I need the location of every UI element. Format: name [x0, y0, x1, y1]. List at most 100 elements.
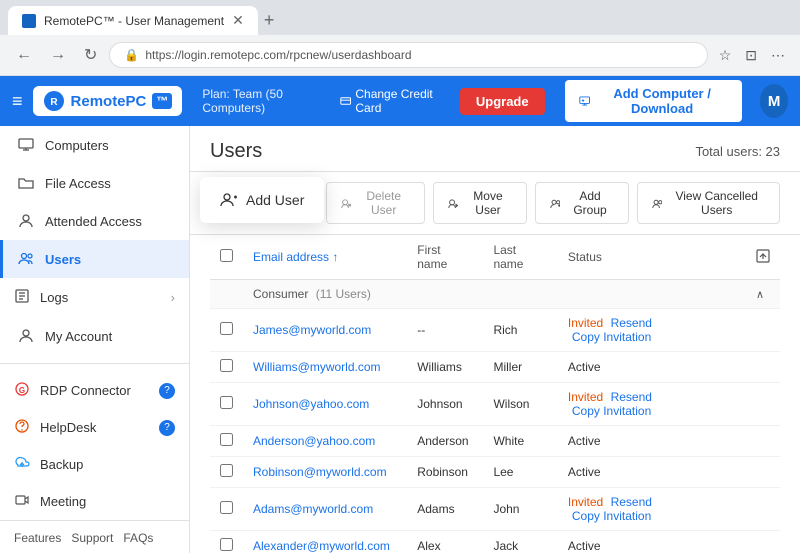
- row-checkbox[interactable]: [220, 322, 233, 335]
- sidebar-label-helpdesk: HelpDesk: [40, 420, 96, 435]
- email-cell: Anderson@yahoo.com: [243, 426, 407, 457]
- table-row: James@myworld.com -- Rich Invited Resend…: [210, 309, 780, 352]
- tab-close-btn[interactable]: ✕: [232, 12, 244, 29]
- row-checkbox[interactable]: [220, 396, 233, 409]
- move-user-button[interactable]: Move User: [433, 182, 527, 224]
- table-header-row: Email address ↑ First name Last name Sta…: [210, 235, 780, 280]
- sidebar-item-attended-access[interactable]: Attended Access: [0, 202, 189, 240]
- lastname-cell: John: [483, 488, 557, 531]
- upgrade-button[interactable]: Upgrade: [460, 88, 545, 115]
- sidebar-item-file-access[interactable]: File Access: [0, 164, 189, 202]
- new-tab-button[interactable]: +: [258, 10, 281, 31]
- sort-asc-icon: ↑: [332, 250, 338, 264]
- monitor-icon: [579, 94, 590, 108]
- sidebar-label-computers: Computers: [45, 138, 109, 153]
- credit-card-link[interactable]: Change Credit Card: [340, 87, 442, 115]
- user-avatar[interactable]: M: [760, 84, 788, 118]
- credit-card-icon: [340, 94, 351, 108]
- lastname-column-header[interactable]: Last name: [483, 235, 557, 280]
- sidebar-label-backup: Backup: [40, 457, 83, 472]
- sidebar-item-logs[interactable]: Logs ›: [0, 278, 189, 317]
- copy-invitation-button[interactable]: Copy Invitation: [572, 404, 651, 418]
- meeting-icon: [14, 492, 30, 511]
- firstname-cell: Robinson: [407, 457, 483, 488]
- view-cancelled-button[interactable]: View Cancelled Users: [637, 182, 780, 224]
- select-all-header[interactable]: [210, 235, 243, 280]
- helpdesk-icon: [14, 418, 30, 437]
- firstname-cell: --: [407, 309, 483, 352]
- extensions-btn[interactable]: ⊡: [740, 43, 762, 68]
- sidebar-item-meeting[interactable]: Meeting: [0, 483, 189, 520]
- delete-user-button[interactable]: Delete User: [326, 182, 425, 224]
- add-group-button[interactable]: Add Group: [535, 182, 629, 224]
- row-checkbox[interactable]: [220, 433, 233, 446]
- email-cell: Robinson@myworld.com: [243, 457, 407, 488]
- main-content: Users Total users: 23 Add User Delete Us…: [190, 126, 800, 553]
- select-all-checkbox[interactable]: [220, 249, 233, 262]
- sidebar-item-helpdesk[interactable]: HelpDesk ?: [0, 409, 189, 446]
- sidebar-item-backup[interactable]: Backup: [0, 446, 189, 483]
- delete-user-icon: [341, 197, 352, 210]
- support-link[interactable]: Support: [71, 531, 113, 545]
- view-cancelled-label: View Cancelled Users: [668, 189, 765, 217]
- row-checkbox[interactable]: [220, 464, 233, 477]
- menu-btn[interactable]: ⋯: [766, 43, 790, 68]
- sidebar-item-computers[interactable]: Computers: [0, 126, 189, 164]
- add-group-label: Add Group: [566, 189, 613, 217]
- move-user-icon: [448, 197, 459, 210]
- status-badge: Active: [568, 465, 601, 479]
- tab-favicon: [22, 14, 36, 28]
- bookmark-btn[interactable]: ☆: [714, 43, 737, 68]
- collapse-group-icon[interactable]: ∧: [756, 289, 764, 301]
- hamburger-button[interactable]: ≡: [12, 91, 23, 112]
- forward-button[interactable]: →: [44, 42, 72, 68]
- status-badge: Invited: [568, 316, 603, 330]
- sidebar-item-my-account[interactable]: My Account: [0, 317, 189, 355]
- group-name-cell: Consumer (11 Users): [243, 280, 558, 309]
- back-button[interactable]: ←: [10, 42, 38, 68]
- table-row: Alexander@myworld.com Alex Jack Active: [210, 531, 780, 553]
- active-tab[interactable]: RemotePC™ - User Management ✕: [8, 6, 258, 35]
- firstname-cell: Johnson: [407, 383, 483, 426]
- row-checkbox[interactable]: [220, 359, 233, 372]
- browser-nav: ← → ↻ 🔒 https://login.remotepc.com/rpcne…: [0, 35, 800, 75]
- delete-user-label: Delete User: [358, 189, 410, 217]
- add-user-popup[interactable]: Add User: [200, 177, 324, 223]
- sidebar-label-my-account: My Account: [45, 329, 112, 344]
- sidebar: Computers File Access Attended Access Us…: [0, 126, 190, 553]
- logo-pc: ™: [152, 93, 172, 109]
- firstname-cell: Williams: [407, 352, 483, 383]
- table-row: Anderson@yahoo.com Anderson White Active: [210, 426, 780, 457]
- sidebar-nav: Computers File Access Attended Access Us…: [0, 126, 189, 520]
- copy-invitation-button[interactable]: Copy Invitation: [572, 330, 651, 344]
- reload-button[interactable]: ↻: [78, 41, 103, 69]
- sidebar-label-attended-access: Attended Access: [45, 214, 142, 229]
- faqs-link[interactable]: FAQs: [123, 531, 153, 545]
- chevron-right-icon: ›: [171, 290, 175, 305]
- firstname-column-header[interactable]: First name: [407, 235, 483, 280]
- helpdesk-help-badge[interactable]: ?: [159, 420, 175, 436]
- app-header: ≡ R RemotePC™ Plan: Team (50 Computers) …: [0, 76, 800, 126]
- features-link[interactable]: Features: [14, 531, 61, 545]
- lock-icon: 🔒: [124, 48, 139, 62]
- email-cell: James@myworld.com: [243, 309, 407, 352]
- resend-button[interactable]: Resend: [611, 316, 652, 330]
- email-cell: Adams@myworld.com: [243, 488, 407, 531]
- row-checkbox[interactable]: [220, 538, 233, 551]
- status-cell: Active: [558, 352, 746, 383]
- status-header-label: Status: [568, 250, 602, 264]
- copy-invitation-button[interactable]: Copy Invitation: [572, 509, 651, 523]
- rdp-help-badge[interactable]: ?: [159, 383, 175, 399]
- add-computer-button[interactable]: Add Computer / Download: [565, 80, 743, 122]
- address-bar[interactable]: 🔒 https://login.remotepc.com/rpcnew/user…: [109, 42, 707, 68]
- sidebar-item-users[interactable]: Users: [0, 240, 189, 278]
- sidebar-label-file-access: File Access: [45, 176, 111, 191]
- sidebar-item-rdp[interactable]: G RDP Connector ?: [0, 372, 189, 409]
- row-checkbox[interactable]: [220, 501, 233, 514]
- email-column-header[interactable]: Email address ↑: [243, 235, 407, 280]
- table-row: Adams@myworld.com Adams John Invited Res…: [210, 488, 780, 531]
- logo-area: R RemotePC™: [33, 86, 183, 116]
- status-cell: Active: [558, 426, 746, 457]
- resend-button[interactable]: Resend: [611, 390, 652, 404]
- person-icon: [17, 212, 35, 230]
